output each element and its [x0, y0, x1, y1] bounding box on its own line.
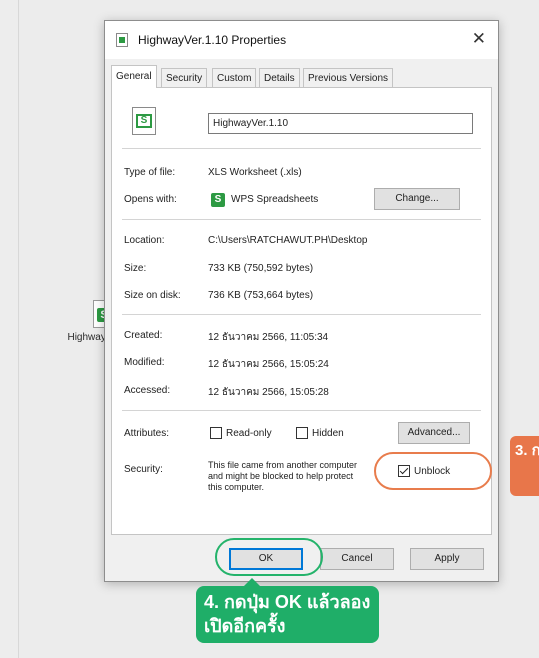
tab-previous-versions[interactable]: Previous Versions — [303, 68, 394, 87]
modified-label: Modified: — [124, 357, 165, 368]
security-message: This file came from another computer and… — [208, 460, 358, 492]
file-name-input[interactable]: HighwayVer.1.10 — [208, 113, 473, 134]
size-on-disk-label: Size on disk: — [124, 290, 181, 301]
opens-with-label: Opens with: — [124, 194, 177, 205]
security-label: Security: — [124, 464, 163, 475]
opens-with-value: WPS Spreadsheets — [231, 194, 319, 205]
attributes-label: Attributes: — [124, 428, 170, 439]
file-icon — [116, 33, 128, 47]
location-label: Location: — [124, 235, 165, 246]
step3-callout: 3. กด — [510, 436, 539, 496]
properties-dialog: HighwayVer.1.10 Properties ✕ General Sec… — [104, 20, 499, 582]
readonly-label: Read-only — [226, 428, 272, 439]
modified-value: 12 ธันวาคม 2566, 15:05:24 — [208, 359, 329, 370]
hidden-checkbox[interactable] — [296, 427, 308, 439]
type-label: Type of file: — [124, 167, 176, 178]
divider — [122, 219, 481, 220]
tab-general[interactable]: General — [111, 65, 157, 88]
title-bar: HighwayVer.1.10 Properties ✕ — [105, 21, 498, 59]
cancel-button[interactable]: Cancel — [320, 548, 394, 570]
divider — [122, 148, 481, 149]
change-button[interactable]: Change... — [374, 188, 460, 210]
accessed-label: Accessed: — [124, 385, 171, 396]
accessed-value: 12 ธันวาคม 2566, 15:05:28 — [208, 387, 329, 398]
unblock-highlight — [374, 452, 492, 490]
divider — [122, 410, 481, 411]
created-value: 12 ธันวาคม 2566, 11:05:34 — [208, 332, 329, 343]
tab-custom[interactable]: Custom — [212, 68, 257, 87]
tab-security[interactable]: Security — [161, 68, 208, 87]
close-icon[interactable]: ✕ — [472, 29, 486, 49]
step4-line2: เปิดอีกครั้ง — [204, 616, 286, 636]
ok-highlight — [215, 538, 323, 576]
advanced-button[interactable]: Advanced... — [398, 422, 470, 444]
divider — [122, 314, 481, 315]
dialog-title: HighwayVer.1.10 Properties — [138, 33, 287, 47]
size-label: Size: — [124, 263, 147, 274]
spreadsheet-icon: S — [132, 107, 156, 135]
hidden-label: Hidden — [312, 428, 344, 439]
tab-strip: General Security Custom Details Previous… — [111, 65, 494, 88]
created-label: Created: — [124, 330, 163, 341]
wps-icon — [211, 193, 225, 207]
tab-details[interactable]: Details — [259, 68, 300, 87]
type-value: XLS Worksheet (.xls) — [208, 167, 302, 178]
size-value: 733 KB (750,592 bytes) — [208, 263, 314, 274]
step4-line1: 4. กดปุ่ม OK แล้วลอง — [204, 592, 371, 612]
readonly-checkbox[interactable] — [210, 427, 222, 439]
size-on-disk-value: 736 KB (753,664 bytes) — [208, 290, 314, 301]
apply-button[interactable]: Apply — [410, 548, 484, 570]
step4-callout: 4. กดปุ่ม OK แล้วลอง เปิดอีกครั้ง — [196, 578, 380, 643]
location-value: C:\Users\RATCHAWUT.PH\Desktop — [208, 235, 368, 246]
